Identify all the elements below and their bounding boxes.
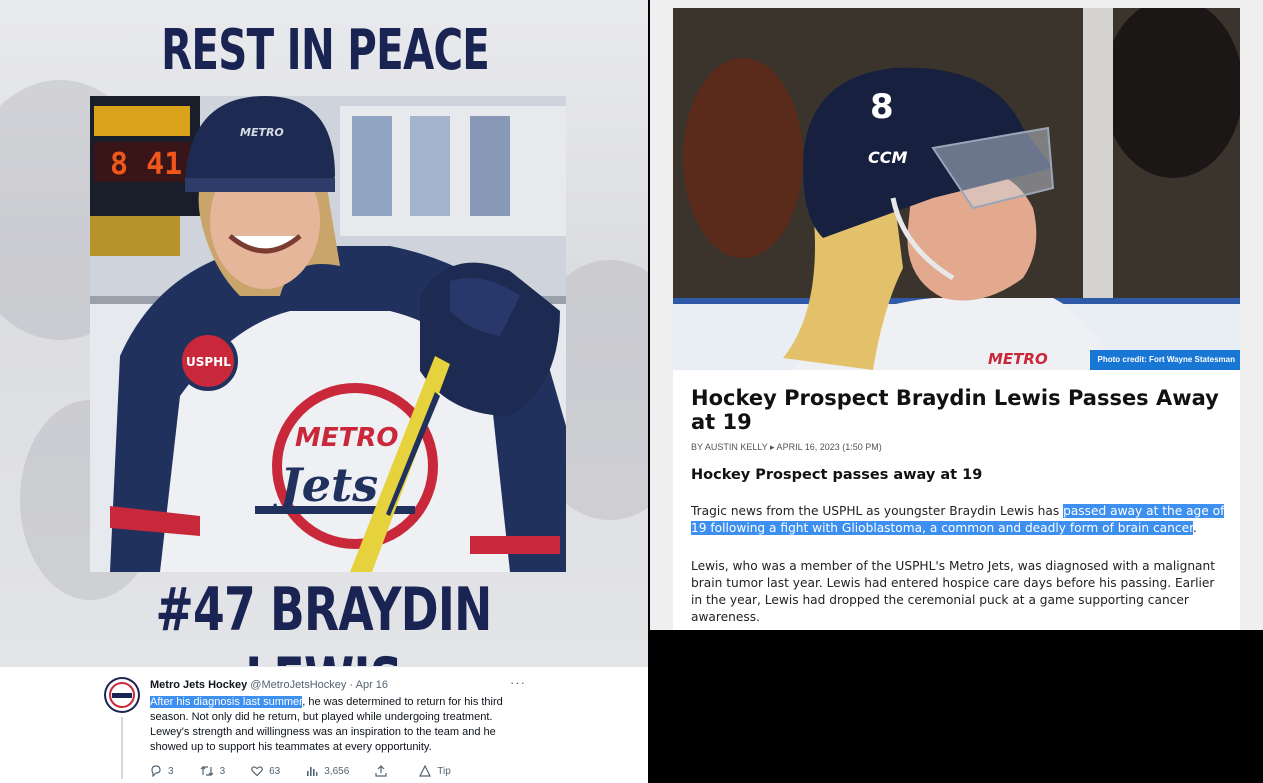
paragraph-1-intro: Tragic news from the USPHL as youngster … (691, 504, 1064, 518)
tip-button[interactable]: Tip (419, 765, 451, 777)
views-button[interactable]: 3,656 (306, 765, 349, 777)
banner-title: REST IN PEACE (161, 18, 490, 83)
paragraph-1-end: . (1192, 521, 1197, 535)
article-byline: BY AUSTIN KELLY ▸ APRIL 16, 2023 (1:50 P… (691, 442, 882, 452)
svg-text:METRO: METRO (988, 350, 1048, 368)
news-article-panel: METRO 8 CCM Photo credit: Fort Wayne Sta… (650, 0, 1263, 630)
bar-chart-icon (307, 767, 318, 776)
svg-text:CCM: CCM (868, 148, 907, 167)
player-photo: 8 41 METRO Jets USPHL METRO (90, 96, 566, 572)
svg-text:METRO: METRO (240, 126, 284, 139)
tweet-text-highlighted: After his diagnosis last summer (150, 696, 303, 708)
tweet-actions: 3 3 63 3,656 Tip (150, 763, 477, 779)
heart-icon (251, 766, 263, 777)
svg-text:8 41: 8 41 (110, 147, 182, 182)
tip-icon (419, 765, 432, 777)
thread-line (121, 717, 123, 779)
retweet-button[interactable]: 3 (200, 765, 226, 777)
svg-text:8: 8 (870, 87, 894, 127)
svg-text:Jets: Jets (272, 458, 378, 512)
view-count: 3,656 (324, 765, 350, 777)
article: METRO 8 CCM Photo credit: Fort Wayne Sta… (673, 8, 1240, 630)
svg-text:METRO: METRO (295, 423, 399, 453)
reply-button[interactable]: 3 (150, 765, 174, 777)
photo-credit: Photo credit: Fort Wayne Statesman (1089, 350, 1240, 370)
tweet-date[interactable]: Apr 16 (356, 679, 388, 691)
article-paragraph-1: Tragic news from the USPHL as youngster … (691, 503, 1226, 537)
tweet-header: Metro Jets Hockey @MetroJetsHockey · Apr… (150, 679, 388, 691)
share-icon (375, 765, 387, 777)
tweet-handle[interactable]: @MetroJetsHockey (250, 679, 346, 691)
more-options-icon[interactable]: ··· (510, 675, 526, 690)
tweet-separator: · (349, 679, 354, 691)
retweet-icon (200, 766, 213, 776)
like-count: 63 (269, 765, 281, 777)
tweet-card[interactable]: Metro Jets Hockey @MetroJetsHockey · Apr… (0, 666, 648, 783)
memorial-graphic-panel: REST IN PEACE 8 41 METRO Jets USPHL METR… (0, 0, 648, 783)
article-headline[interactable]: Hockey Prospect Braydin Lewis Passes Awa… (691, 386, 1221, 434)
avatar[interactable] (104, 677, 140, 713)
like-button[interactable]: 63 (251, 765, 280, 777)
tweet-display-name[interactable]: Metro Jets Hockey (150, 679, 247, 691)
reply-icon (151, 765, 161, 777)
hero-photo: METRO 8 CCM Photo credit: Fort Wayne Sta… (673, 8, 1240, 370)
tweet-text: After his diagnosis last summer, he was … (150, 695, 530, 755)
share-button[interactable] (375, 765, 393, 777)
reply-count: 3 (168, 765, 174, 777)
tip-label: Tip (437, 765, 451, 777)
article-subheading: Hockey Prospect passes away at 19 (691, 467, 983, 483)
article-paragraph-2: Lewis, who was a member of the USPHL's M… (691, 559, 1216, 624)
retweet-count: 3 (219, 765, 226, 777)
svg-text:USPHL: USPHL (186, 355, 231, 369)
